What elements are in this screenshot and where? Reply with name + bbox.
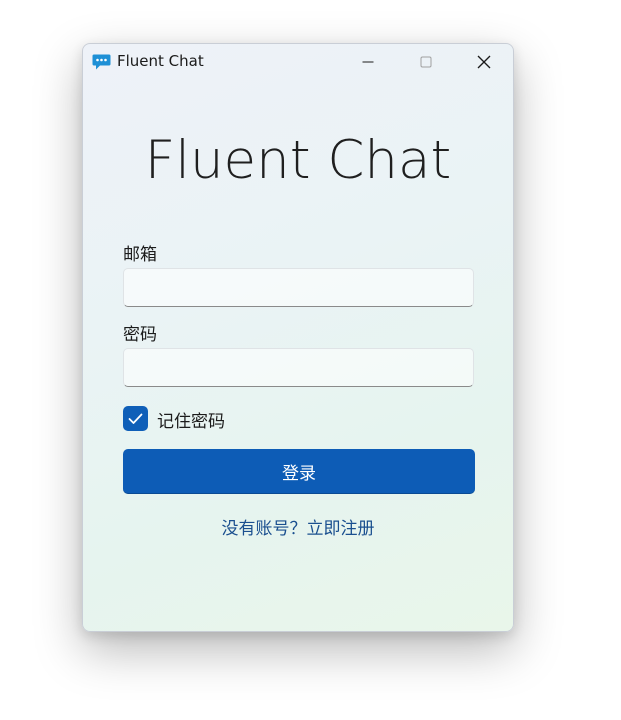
email-field[interactable]: [123, 268, 474, 307]
login-button[interactable]: 登录: [123, 449, 475, 494]
maximize-button[interactable]: [403, 44, 449, 80]
remember-password-checkbox[interactable]: [123, 406, 148, 431]
login-window: Fluent Chat Fluent Chat 邮箱 密码 记住密码 登录 没有…: [82, 43, 514, 632]
minimize-button[interactable]: [345, 44, 391, 80]
remember-password-label[interactable]: 记住密码: [157, 407, 225, 432]
title-bar[interactable]: Fluent Chat: [83, 44, 513, 80]
password-label: 密码: [123, 325, 157, 345]
password-field[interactable]: [123, 348, 474, 387]
maximize-icon: [420, 56, 432, 68]
checkmark-icon: [128, 413, 143, 424]
app-heading: Fluent Chat: [144, 130, 452, 191]
register-link[interactable]: 没有账号？立即注册: [83, 514, 513, 539]
chat-bubble-icon: [92, 53, 111, 71]
close-icon: [477, 55, 491, 69]
email-label: 邮箱: [123, 245, 157, 265]
window-title: Fluent Chat: [117, 52, 204, 70]
close-button[interactable]: [461, 44, 507, 80]
minimize-icon: [362, 61, 374, 63]
